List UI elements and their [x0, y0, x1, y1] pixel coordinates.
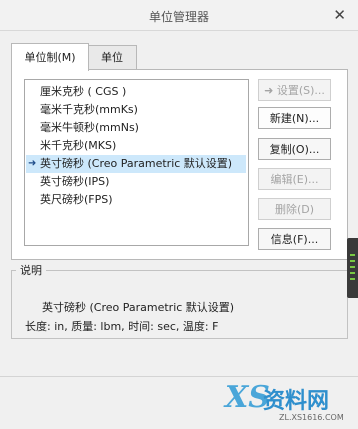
- side-widget-bar: [350, 260, 355, 262]
- new-button[interactable]: 新建(N)...: [258, 107, 331, 129]
- current-arrow-icon: ➜: [28, 158, 37, 169]
- list-item[interactable]: 毫米牛顿秒(mmNs): [26, 119, 246, 137]
- list-item-label: 毫米千克秒(mmKs): [40, 103, 138, 116]
- list-item-label: 英尺磅秒(FPS): [40, 193, 113, 206]
- set-button-label: 设置(S)...: [276, 84, 325, 97]
- edit-button[interactable]: 编辑(E)...: [258, 168, 331, 190]
- list-item-label: 米千克秒(MKS): [40, 139, 117, 152]
- description-line-1: 英寸磅秒 (Creo Parametric 默认设置): [42, 301, 235, 314]
- list-item[interactable]: 厘米克秒 ( CGS ): [26, 83, 246, 101]
- delete-button[interactable]: 删除(D): [258, 198, 331, 220]
- close-icon[interactable]: ✕: [333, 5, 346, 25]
- list-item-label: 英寸磅秒(IPS): [40, 175, 110, 188]
- side-widget-bar: [350, 278, 355, 280]
- list-item-selected[interactable]: ➜ 英寸磅秒 (Creo Parametric 默认设置): [26, 155, 246, 173]
- side-widget-bar: [350, 272, 355, 274]
- window-title: 单位管理器: [148, 10, 209, 24]
- side-widget-bar: [350, 254, 355, 256]
- list-item[interactable]: 米千克秒(MKS): [26, 137, 246, 155]
- watermark-text: 资料网: [263, 389, 330, 414]
- list-item-label: 厘米克秒 ( CGS ): [40, 85, 127, 98]
- description-line-2: 长度: in, 质量: lbm, 时间: sec, 温度: F: [25, 320, 219, 333]
- info-button[interactable]: 信息(F)...: [258, 228, 331, 250]
- set-button[interactable]: ➜ 设置(S)...: [258, 79, 331, 101]
- list-item[interactable]: 英尺磅秒(FPS): [26, 191, 246, 209]
- list-item[interactable]: 英寸磅秒(IPS): [26, 173, 246, 191]
- watermark: XS 资料网 ZL.XS1616.COM: [225, 380, 357, 428]
- set-arrow-icon: ➜: [264, 84, 274, 97]
- tab-units[interactable]: 单位: [87, 45, 137, 69]
- title-bar: 单位管理器 ✕: [0, 0, 358, 31]
- side-widget-bar: [350, 266, 355, 268]
- side-widget[interactable]: [347, 238, 358, 298]
- copy-button[interactable]: 复制(O)...: [258, 138, 331, 160]
- bottom-divider: [0, 376, 358, 377]
- list-item[interactable]: 毫米千克秒(mmKs): [26, 101, 246, 119]
- tab-unit-systems[interactable]: 单位制(M): [11, 43, 89, 71]
- list-item-label: 毫米牛顿秒(mmNs): [40, 121, 139, 134]
- watermark-url: ZL.XS1616.COM: [279, 413, 344, 422]
- unit-system-list[interactable]: 厘米克秒 ( CGS ) 毫米千克秒(mmKs) 毫米牛顿秒(mmNs) 米千克…: [24, 79, 249, 246]
- list-item-label: 英寸磅秒 (Creo Parametric 默认设置): [40, 157, 233, 170]
- tab-panel: 厘米克秒 ( CGS ) 毫米千克秒(mmKs) 毫米牛顿秒(mmNs) 米千克…: [11, 69, 348, 260]
- description-label: 说明: [16, 262, 46, 278]
